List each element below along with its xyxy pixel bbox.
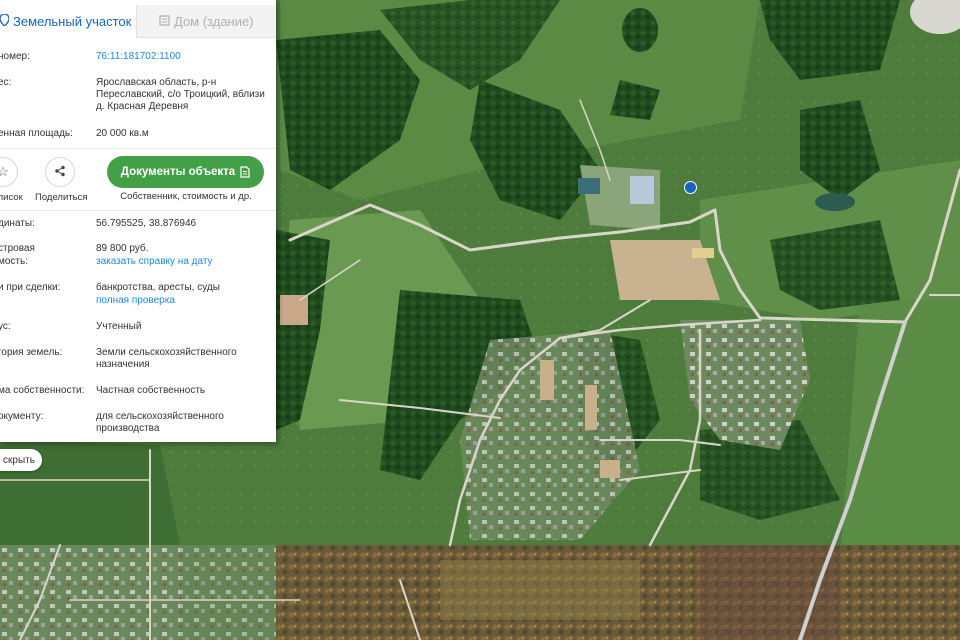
address-label: ес: [0, 77, 12, 88]
tab-building-label: Дом (здание) [174, 13, 254, 29]
hide-panel-label: скрыть [3, 454, 35, 466]
object-documents-subtitle: Собственник, стоимость и др. [120, 191, 252, 202]
cadastral-number-link[interactable]: 76:11:181702:1100 [96, 51, 268, 63]
tab-building[interactable]: Дом (здание) [136, 5, 276, 38]
cadastral-label: номер: [0, 51, 30, 62]
tab-land-plot[interactable]: Земельный участок [0, 5, 136, 38]
divider [0, 210, 276, 211]
hide-panel-button[interactable]: скрыть [0, 449, 42, 471]
address-value: Ярославская область, р-н Переславский, с… [96, 77, 265, 112]
divider [0, 148, 276, 149]
building-icon [159, 14, 170, 29]
object-documents-label: Документы объекта [120, 166, 236, 178]
add-to-list-label: писок [0, 192, 23, 203]
tab-bar: Земельный участок Дом (здание) [0, 5, 276, 38]
share-label: Поделиться [35, 192, 88, 203]
full-check-link[interactable]: полная проверка [96, 295, 268, 307]
cadastral-cost-label-2: мость: [0, 256, 29, 267]
land-category-value: Земли сельскохозяйственного назначения [96, 347, 237, 370]
deal-risks-label: и при сделки: [0, 282, 61, 293]
area-value: 20 000 кв.м [96, 128, 149, 139]
deal-risks-value: банкротства, аресты, суды [96, 282, 220, 293]
document-icon [240, 166, 250, 178]
permitted-use-value: для сельскохозяйственного производства [96, 411, 224, 434]
tab-land-plot-label: Земельный участок [13, 14, 132, 29]
coordinates-value: 56.795525, 38.876946 [96, 218, 197, 229]
status-value: Учтенный [96, 321, 142, 332]
star-icon: ☆ [0, 164, 9, 179]
ownership-label: ма собственности: [0, 385, 85, 396]
info-panel: Земельный участок Дом (здание) номер: 76… [0, 0, 276, 442]
cadastral-cost-value: 89 800 руб. [96, 243, 149, 254]
permitted-use-label: окументу: [0, 411, 44, 422]
status-label: ус: [0, 321, 11, 332]
add-to-list-button[interactable]: ☆ [0, 157, 18, 187]
map-pin-icon [0, 13, 10, 29]
order-certificate-link[interactable]: заказать справку на дату [96, 256, 268, 268]
share-button[interactable] [45, 157, 75, 187]
object-documents-button[interactable]: Документы объекта [107, 156, 264, 188]
cadastral-cost-label-1: стровая [0, 243, 35, 254]
land-category-label: гория земель: [0, 347, 63, 358]
share-icon [54, 165, 66, 180]
area-label: енная площадь: [0, 128, 73, 139]
ownership-value: Частная собственность [96, 385, 206, 396]
location-marker[interactable] [684, 181, 697, 194]
coordinates-label: динаты: [0, 218, 35, 229]
